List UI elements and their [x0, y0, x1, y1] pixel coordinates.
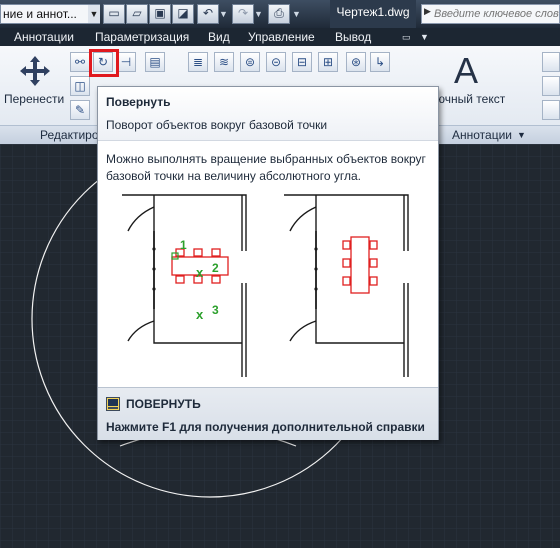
tab-annotations[interactable]: Аннотации: [14, 28, 74, 46]
workspace-selector-value: ние и аннот...: [3, 7, 77, 21]
print-icon[interactable]: ⎙: [268, 4, 290, 24]
rotate-tooltip: Повернуть Поворот объектов вокруг базово…: [97, 86, 439, 440]
tooltip-body-text: Можно выполнять вращение выбранных объек…: [106, 152, 426, 183]
tooltip-header: Повернуть Поворот объектов вокруг базово…: [98, 87, 438, 141]
move-button-label[interactable]: Перенести: [4, 92, 64, 106]
rotate-button-highlight: [89, 49, 119, 77]
layer-match-icon[interactable]: ⊞: [318, 52, 338, 72]
ribbon-options-icon[interactable]: ▼: [420, 28, 429, 46]
ribbon-minimize-icon[interactable]: ▭: [402, 28, 411, 46]
move-arrows-icon[interactable]: [18, 54, 52, 88]
annotation-panel-title[interactable]: Аннотации: [452, 127, 512, 144]
cross-mark-2: x: [196, 265, 204, 280]
multiline-text-label[interactable]: ючный текст: [436, 92, 505, 106]
leader-icon[interactable]: [542, 76, 560, 96]
mirror-icon[interactable]: ◫: [70, 76, 90, 96]
layer-freeze-icon[interactable]: ⊝: [266, 52, 286, 72]
layer-lock-icon[interactable]: ⊟: [292, 52, 312, 72]
marker-3: 3: [212, 303, 219, 317]
illustration-table-vertical: [342, 236, 378, 294]
search-arrow-icon[interactable]: ▶: [424, 6, 431, 17]
copy-icon[interactable]: ⚯: [70, 52, 90, 72]
search-input[interactable]: [434, 6, 559, 22]
tab-parametric[interactable]: Параметризация: [95, 28, 189, 46]
document-title: Чертеж1.dwg: [330, 0, 416, 28]
qat-dropdown-icon[interactable]: ▼: [292, 4, 301, 24]
layer-walk-icon[interactable]: ↳: [370, 52, 390, 72]
help-hint: Нажмите F1 для получения дополнительной …: [106, 420, 425, 434]
new-file-icon[interactable]: ▭: [103, 4, 125, 24]
search-box[interactable]: ▶: [421, 4, 560, 24]
redo-dropdown-icon[interactable]: ▼: [254, 4, 263, 24]
workspace-selector[interactable]: ние и аннот...: [0, 4, 100, 24]
ribbon-tabs: Аннотации Параметризация Вид Управление …: [0, 28, 560, 46]
rotate-illustration: 1 x 2 x 3: [122, 194, 409, 377]
title-bar: ние и аннот... ▼ ▭ ▱ ▣ ◪ ↶ ▼ ↷ ▼ ⎙ ▼ Чер…: [0, 0, 560, 28]
layer-off-icon[interactable]: ≋: [214, 52, 234, 72]
erase-icon[interactable]: ✎: [70, 100, 90, 120]
save-icon[interactable]: ▣: [149, 4, 171, 24]
table-icon[interactable]: [542, 100, 560, 120]
marker-1: 1: [180, 238, 187, 252]
dimension-icon[interactable]: [542, 52, 560, 72]
cross-mark-3: x: [196, 307, 204, 322]
tooltip-title: Повернуть: [106, 95, 171, 109]
illustration-before: [122, 194, 247, 377]
undo-icon[interactable]: ↶: [197, 4, 219, 24]
marker-2: 2: [212, 261, 219, 275]
redo-icon[interactable]: ↷: [232, 4, 254, 24]
layer-icon[interactable]: ≣: [188, 52, 208, 72]
tooltip-description: Поворот объектов вокруг базовой точки: [106, 118, 328, 132]
open-folder-icon[interactable]: ▱: [126, 4, 148, 24]
chevron-down-icon[interactable]: ▼: [88, 5, 100, 23]
save-as-icon[interactable]: ◪: [172, 4, 194, 24]
undo-dropdown-icon[interactable]: ▼: [219, 4, 228, 24]
tab-manage[interactable]: Управление: [248, 28, 315, 46]
tab-view[interactable]: Вид: [208, 28, 230, 46]
tab-output[interactable]: Вывод: [335, 28, 371, 46]
multiline-text-icon[interactable]: A: [454, 50, 478, 92]
array-icon[interactable]: ▤: [145, 52, 165, 72]
modify-panel-title[interactable]: Редактиро: [40, 127, 99, 144]
layer-isolate-icon[interactable]: ⊜: [240, 52, 260, 72]
trim-icon[interactable]: ⊣: [116, 52, 136, 72]
layer-previous-icon[interactable]: ⊛: [346, 52, 366, 72]
command-name: ПОВЕРНУТЬ: [126, 397, 201, 411]
command-line-icon: [106, 397, 120, 411]
annotation-panel-expand-icon[interactable]: ▼: [517, 127, 526, 144]
tooltip-footer: ПОВЕРНУТЬ Нажмите F1 для получения допол…: [98, 387, 438, 440]
illustration-after: [284, 194, 409, 377]
